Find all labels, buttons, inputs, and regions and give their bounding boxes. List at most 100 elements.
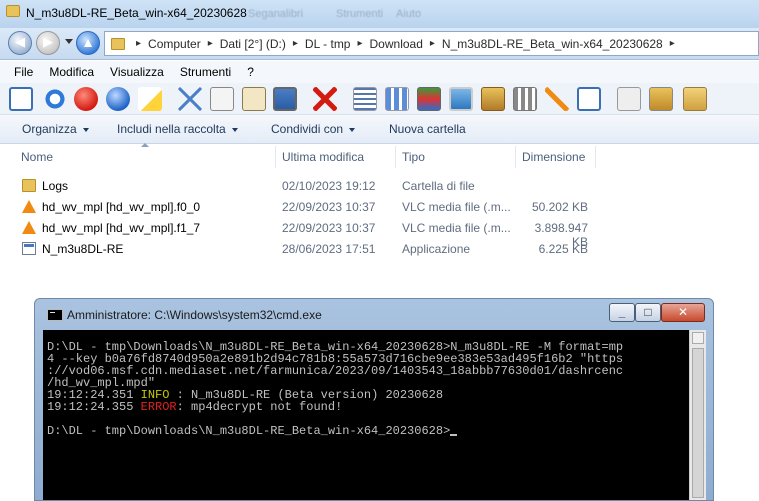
arrow-up-icon: ▲ xyxy=(81,34,95,50)
lock-icon[interactable] xyxy=(649,87,673,111)
title-bar: N_m3u8DL-RE_Beta_win-x64_20230628 Segana… xyxy=(0,0,759,28)
console-output[interactable]: D:\DL - tmp\Downloads\N_m3u8DL-RE_Beta_w… xyxy=(43,330,706,500)
chevron-right-icon[interactable]: ▸ xyxy=(136,38,141,49)
breadcrumb-download[interactable]: Download xyxy=(370,37,423,51)
cut-icon[interactable] xyxy=(178,87,202,111)
file-name: Logs xyxy=(42,179,69,193)
organize-button[interactable]: Organizza xyxy=(22,122,89,136)
arrow-right-icon: ▶ xyxy=(43,34,53,49)
up-icon[interactable] xyxy=(106,87,130,111)
maximize-icon: □ xyxy=(644,305,652,319)
file-modified: 28/06/2023 17:51 xyxy=(282,242,376,256)
window-icon[interactable] xyxy=(577,87,601,111)
forward-button[interactable]: ▶ xyxy=(36,31,60,55)
log-level-error: ERROR xyxy=(140,400,177,414)
ghost-menu-text: Seganalibri xyxy=(248,8,304,20)
include-in-library-button[interactable]: Includi nella raccolta xyxy=(117,122,238,136)
file-name: hd_wv_mpl [hd_wv_mpl].f1_7 xyxy=(42,221,201,235)
file-type: VLC media file (.m... xyxy=(402,200,511,214)
scrollbar[interactable] xyxy=(689,330,706,500)
refresh-icon[interactable] xyxy=(43,87,67,111)
menu-help[interactable]: ? xyxy=(247,65,254,79)
share-label: Condividi con xyxy=(271,122,344,136)
cmd-title: Amministratore: C:\Windows\system32\cmd.… xyxy=(67,308,322,322)
column-divider[interactable] xyxy=(275,146,276,168)
breadcrumb-computer[interactable]: Computer xyxy=(148,37,201,51)
menu-strumenti[interactable]: Strumenti xyxy=(180,65,231,79)
details-icon[interactable] xyxy=(353,87,377,111)
pages-icon[interactable] xyxy=(617,87,641,111)
breadcrumb-current-folder[interactable]: N_m3u8DL-RE_Beta_win-x64_20230628 xyxy=(442,37,663,51)
maximize-button[interactable]: □ xyxy=(635,303,661,322)
toolbar xyxy=(0,83,759,115)
folder-check-icon[interactable] xyxy=(683,87,707,111)
up-button[interactable]: ▲ xyxy=(76,31,100,55)
breadcrumb-drive[interactable]: Dati [2°] (D:) xyxy=(220,37,286,51)
scroll-thumb[interactable] xyxy=(692,348,704,498)
menu-file[interactable]: File xyxy=(14,65,33,79)
address-bar: ◀ ▶ ▲ ▸ Computer ▸ Dati [2°] (D:) ▸ DL -… xyxy=(0,28,759,60)
minimize-button[interactable]: _ xyxy=(609,303,635,322)
column-modified[interactable]: Ultima modifica xyxy=(282,150,364,164)
stop-icon[interactable] xyxy=(74,87,98,111)
organize-label: Organizza xyxy=(22,122,77,136)
file-modified: 22/09/2023 10:37 xyxy=(282,200,376,214)
file-row[interactable]: N_m3u8DL-RE 28/06/2023 17:51 Applicazion… xyxy=(0,238,759,259)
list-icon[interactable] xyxy=(385,87,409,111)
check-icon[interactable] xyxy=(545,87,569,111)
close-icon: ✕ xyxy=(677,305,689,319)
arrow-left-icon: ◀ xyxy=(15,34,25,49)
chevron-right-icon[interactable]: ▸ xyxy=(430,38,435,49)
menu-modifica[interactable]: Modifica xyxy=(49,65,94,79)
chevron-right-icon[interactable]: ▸ xyxy=(293,38,298,49)
history-dropdown-icon[interactable] xyxy=(65,39,73,44)
command-bar: Organizza Includi nella raccolta Condivi… xyxy=(0,115,759,144)
file-type: Cartella di file xyxy=(402,179,475,193)
cmd-window[interactable]: Amministratore: C:\Windows\system32\cmd.… xyxy=(34,298,714,501)
cmd-icon xyxy=(47,309,63,321)
chevron-right-icon[interactable]: ▸ xyxy=(670,38,675,49)
file-size: 6.225 KB xyxy=(538,242,588,256)
image-icon[interactable] xyxy=(449,87,473,111)
folder-icon xyxy=(6,5,20,17)
new-folder-button[interactable]: Nuova cartella xyxy=(389,122,466,136)
thumbnails-icon[interactable] xyxy=(417,87,441,111)
menu-visualizza[interactable]: Visualizza xyxy=(110,65,164,79)
delete-icon[interactable] xyxy=(313,87,337,111)
menu-bar: File Modifica Visualizza Strumenti ? xyxy=(0,61,759,83)
file-modified: 22/09/2023 10:37 xyxy=(282,221,376,235)
share-with-button[interactable]: Condividi con xyxy=(271,122,356,136)
chevron-right-icon[interactable]: ▸ xyxy=(357,38,362,49)
file-modified: 02/10/2023 19:12 xyxy=(282,179,376,193)
column-divider[interactable] xyxy=(395,146,396,168)
include-label: Includi nella raccolta xyxy=(117,122,226,136)
chevron-right-icon[interactable]: ▸ xyxy=(208,38,213,49)
scroll-up-icon[interactable] xyxy=(692,332,704,344)
vlc-icon xyxy=(22,221,36,234)
column-name[interactable]: Nome xyxy=(21,150,53,164)
back-button[interactable]: ◀ xyxy=(8,31,32,55)
file-row[interactable]: Logs 02/10/2023 19:12 Cartella di file xyxy=(0,175,759,196)
file-size: 50.202 KB xyxy=(531,200,588,214)
monitor-icon[interactable] xyxy=(273,87,297,111)
column-size[interactable]: Dimensione xyxy=(522,150,585,164)
file-row[interactable]: hd_wv_mpl [hd_wv_mpl].f1_7 22/09/2023 10… xyxy=(0,217,759,249)
column-divider[interactable] xyxy=(595,146,596,168)
address-path[interactable]: ▸ Computer ▸ Dati [2°] (D:) ▸ DL - tmp ▸… xyxy=(104,31,759,56)
copy-icon[interactable] xyxy=(210,87,234,111)
close-button[interactable]: ✕ xyxy=(661,303,705,322)
folder-picture-icon[interactable] xyxy=(481,87,505,111)
file-name: N_m3u8DL-RE xyxy=(42,242,124,256)
file-row[interactable]: hd_wv_mpl [hd_wv_mpl].f0_0 22/09/2023 10… xyxy=(0,196,759,217)
breadcrumb-dl-tmp[interactable]: DL - tmp xyxy=(305,37,351,51)
file-type: VLC media file (.m... xyxy=(402,221,511,235)
ghost-menu-text: Aiuto xyxy=(396,8,422,20)
chevron-down-icon xyxy=(231,127,238,132)
new-icon[interactable] xyxy=(138,87,162,111)
folder-icon xyxy=(22,179,36,192)
column-divider[interactable] xyxy=(515,146,516,168)
paste-icon[interactable] xyxy=(242,87,266,111)
panel-icon[interactable] xyxy=(9,87,33,111)
filmstrip-icon[interactable] xyxy=(513,87,537,111)
column-type[interactable]: Tipo xyxy=(402,150,425,164)
